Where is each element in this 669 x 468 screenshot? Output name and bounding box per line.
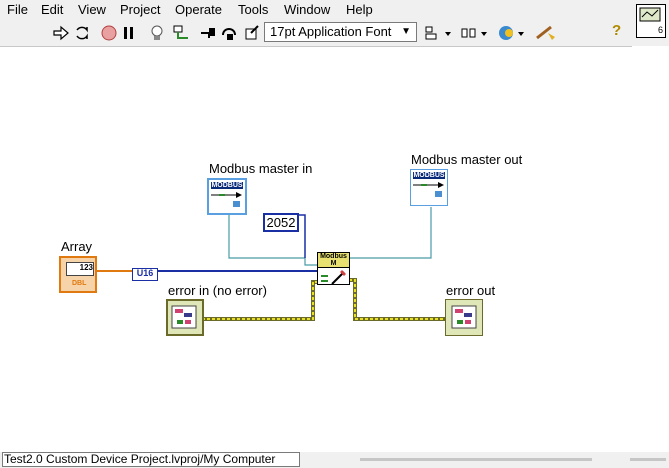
subvi-label: Modbus M bbox=[318, 253, 349, 268]
scrollbar-track[interactable] bbox=[630, 458, 666, 461]
help-icon[interactable]: ? bbox=[612, 22, 621, 39]
menu-operate[interactable]: Operate bbox=[175, 1, 222, 18]
horizontal-scrollbar[interactable] bbox=[360, 458, 592, 461]
run-arrow-icon[interactable] bbox=[52, 23, 70, 43]
coercion-u16: U16 bbox=[132, 268, 158, 281]
menu-file[interactable]: File bbox=[7, 1, 28, 18]
menu-view[interactable]: View bbox=[78, 1, 106, 18]
run-continuously-icon[interactable] bbox=[73, 23, 91, 43]
error-in-control[interactable] bbox=[166, 299, 204, 336]
wire-error-out[interactable] bbox=[349, 278, 446, 321]
connector-pane-number: 6 bbox=[658, 25, 663, 35]
pause-icon[interactable] bbox=[122, 23, 136, 43]
wires-layer bbox=[96, 207, 446, 321]
numeric-constant[interactable]: 2052 bbox=[263, 213, 299, 232]
menu-tools[interactable]: Tools bbox=[238, 1, 268, 18]
retain-wire-values-icon[interactable] bbox=[172, 23, 192, 43]
block-diagram[interactable]: Modbus master in MODBUS Modbus master ou… bbox=[0, 47, 669, 452]
error-out-indicator[interactable] bbox=[445, 299, 483, 336]
pencil-icon bbox=[321, 270, 346, 285]
align-objects-icon[interactable] bbox=[423, 23, 453, 43]
label-master-out: Modbus master out bbox=[411, 152, 523, 167]
label-master-in: Modbus master in bbox=[209, 161, 313, 176]
menu-bar: File Edit View Project Operate Tools Win… bbox=[0, 0, 632, 19]
status-bar: Test2.0 Custom Device Project.lvproj/My … bbox=[0, 452, 669, 468]
menu-project[interactable]: Project bbox=[120, 1, 160, 18]
error-cluster-icon bbox=[171, 305, 197, 329]
modbus-master-in-control[interactable]: MODBUS bbox=[207, 178, 247, 215]
distribute-objects-icon[interactable] bbox=[460, 23, 490, 43]
label-array: Array bbox=[61, 239, 93, 254]
modbus-write-subvi[interactable]: Modbus M bbox=[317, 252, 350, 285]
step-into-icon[interactable] bbox=[199, 23, 217, 43]
vi-icon: 6 bbox=[636, 4, 666, 38]
step-out-icon[interactable] bbox=[243, 23, 261, 43]
menu-edit[interactable]: Edit bbox=[41, 1, 63, 18]
clean-up-diagram-icon[interactable] bbox=[534, 23, 558, 43]
step-over-icon[interactable] bbox=[221, 23, 239, 43]
wire-constant[interactable] bbox=[298, 214, 306, 258]
wire-error-out-dots bbox=[349, 279, 446, 320]
menu-help[interactable]: Help bbox=[346, 1, 373, 18]
array-type: DBL bbox=[72, 280, 87, 287]
error-cluster-icon bbox=[451, 305, 477, 329]
toolbar: 17pt Application Font ▼ ? bbox=[0, 19, 632, 47]
modbus-master-out-text: MODBUS bbox=[413, 172, 445, 179]
vi-icon-graphic: 6 bbox=[639, 7, 663, 35]
label-error-out: error out bbox=[446, 283, 496, 298]
modbus-master-out-indicator[interactable]: MODBUS bbox=[410, 169, 448, 206]
modbus-arrows-icon bbox=[211, 192, 242, 207]
menu-window[interactable]: Window bbox=[284, 1, 330, 18]
modbus-master-in-text: MODBUS bbox=[211, 182, 243, 189]
label-error-in: error in (no error) bbox=[168, 283, 267, 298]
font-select[interactable]: 17pt Application Font ▼ bbox=[264, 22, 417, 42]
abort-icon[interactable] bbox=[100, 23, 118, 43]
array-control[interactable]: 123 DBL bbox=[59, 256, 97, 293]
wire-master-out[interactable] bbox=[349, 207, 432, 259]
connector-pane[interactable]: 6 bbox=[632, 0, 669, 46]
array-tag: 123 bbox=[66, 262, 94, 276]
reorder-icon[interactable] bbox=[497, 23, 527, 43]
chevron-down-icon: ▼ bbox=[401, 26, 411, 37]
font-select-value: 17pt Application Font bbox=[270, 24, 392, 39]
project-path: Test2.0 Custom Device Project.lvproj/My … bbox=[2, 452, 300, 467]
highlight-execution-icon[interactable] bbox=[148, 23, 166, 43]
modbus-arrows-icon bbox=[413, 182, 444, 197]
